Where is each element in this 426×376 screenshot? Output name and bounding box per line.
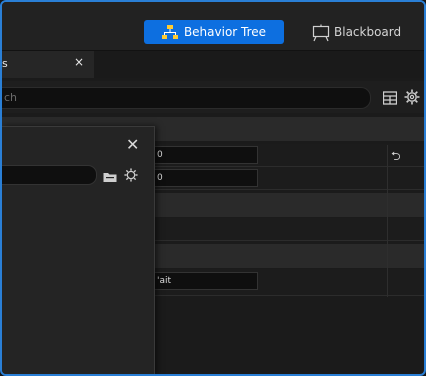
panel-search-input[interactable]: [2, 165, 97, 185]
settings-gear-icon[interactable]: [124, 167, 138, 182]
close-icon[interactable]: ✕: [126, 135, 139, 154]
tree-hierarchy-icon: [161, 24, 178, 40]
column-divider: [387, 145, 388, 297]
search-placeholder: ch: [4, 91, 18, 104]
property-value-input[interactable]: 0: [154, 146, 258, 164]
tab-bar: s ×: [2, 51, 424, 78]
mode-toolbar: Behavior Tree Blackboard: [2, 2, 424, 51]
details-search-row: ch: [2, 81, 424, 113]
blackboard-mode-label: Blackboard: [334, 25, 402, 39]
editor-window: Behavior Tree Blackboard s × ch 0 ⮌ 0 'a…: [0, 0, 426, 376]
folder-icon[interactable]: [103, 168, 117, 182]
behavior-tree-mode-label: Behavior Tree: [183, 25, 267, 39]
tab-close-icon[interactable]: ×: [74, 55, 84, 69]
settings-gear-icon[interactable]: [404, 89, 420, 105]
property-value-input[interactable]: 'ait: [154, 272, 258, 290]
tab-details[interactable]: s ×: [2, 51, 94, 78]
tab-label: s: [2, 57, 8, 70]
reset-to-default-icon[interactable]: ⮌: [391, 147, 401, 168]
property-value-input[interactable]: 0: [154, 169, 258, 187]
behavior-tree-mode-button[interactable]: Behavior Tree: [144, 20, 284, 44]
asset-picker-panel: ✕: [2, 126, 155, 374]
details-search-input[interactable]: ch: [2, 87, 371, 109]
blackboard-mode-button[interactable]: Blackboard: [312, 20, 401, 44]
blackboard-icon: [312, 24, 330, 42]
table-view-icon[interactable]: [382, 90, 398, 105]
